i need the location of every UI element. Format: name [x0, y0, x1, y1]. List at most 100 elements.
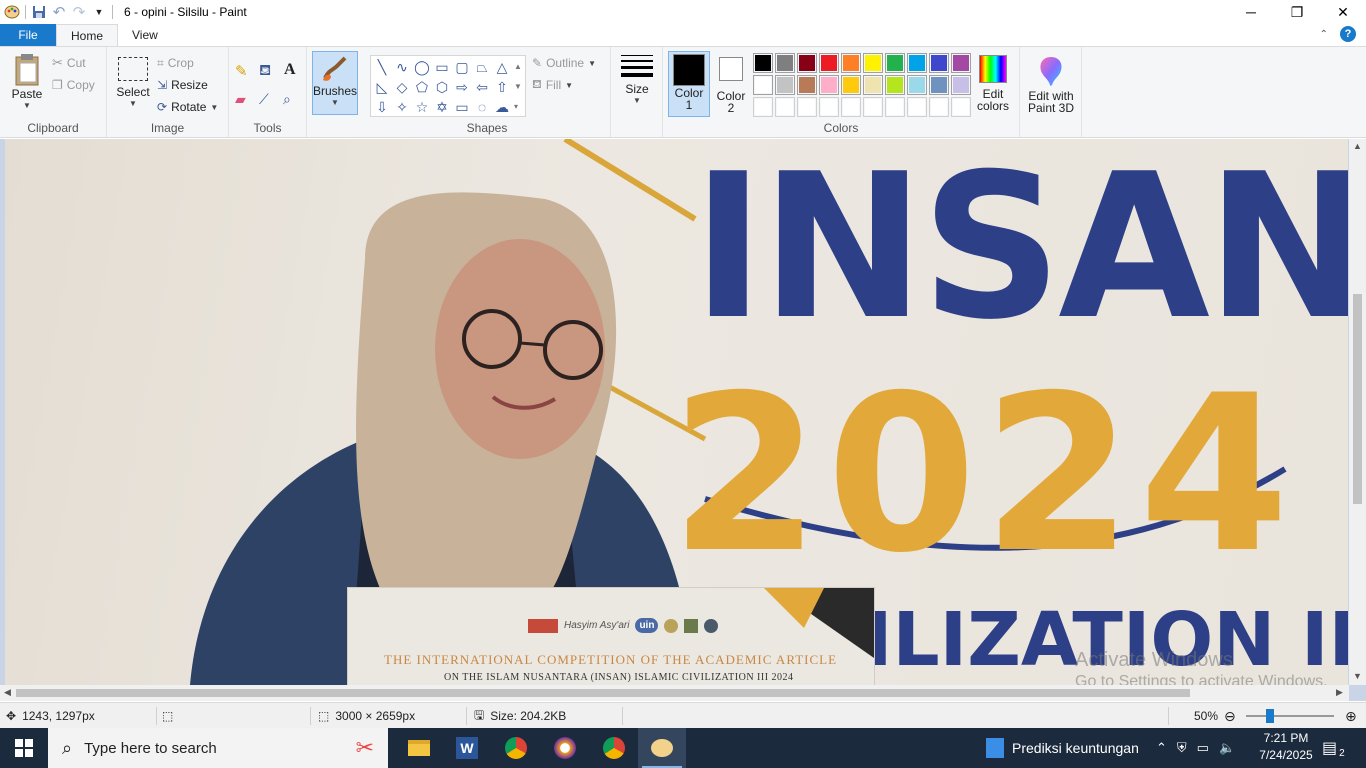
tab-home[interactable]: Home	[56, 24, 119, 46]
taskbar-word[interactable]: W	[443, 728, 491, 768]
weather-widget[interactable]: Prediksi keuntungan	[986, 728, 1139, 768]
help-icon[interactable]: ?	[1340, 26, 1356, 42]
pentagon-shape-icon[interactable]: ⬠	[412, 77, 432, 97]
vertical-scroll-thumb[interactable]	[1353, 294, 1362, 504]
save-icon[interactable]	[29, 2, 49, 22]
fill-button[interactable]: ⛾ Fill ▼	[532, 75, 573, 95]
zoom-out-icon[interactable]: ⊖	[1224, 703, 1236, 729]
copy-button[interactable]: ❐ Copy	[52, 75, 95, 95]
scroll-down-icon[interactable]: ▼	[1353, 671, 1362, 681]
right-triangle-shape-icon[interactable]: ◺	[372, 77, 392, 97]
edit-colors-button[interactable]: Edit colors	[975, 55, 1011, 112]
palette-color-swatch[interactable]	[863, 97, 883, 117]
palette-color-swatch[interactable]	[863, 53, 883, 73]
palette-color-swatch[interactable]	[841, 97, 861, 117]
palette-color-swatch[interactable]	[951, 75, 971, 95]
zoom-slider-track[interactable]	[1246, 715, 1334, 717]
collapse-ribbon-icon[interactable]: ⌃	[1320, 29, 1328, 40]
palette-color-swatch[interactable]	[841, 53, 861, 73]
oval-callout-shape-icon[interactable]: ◌	[472, 97, 492, 117]
palette-color-swatch[interactable]	[885, 97, 905, 117]
palette-color-swatch[interactable]	[951, 97, 971, 117]
horizontal-scrollbar[interactable]: ◀ ▶	[0, 685, 1349, 701]
chevron-up-icon[interactable]: ⌃	[1156, 740, 1167, 756]
taskbar-chrome[interactable]	[492, 728, 540, 768]
color1-button[interactable]: Color 1	[668, 51, 710, 117]
resize-button[interactable]: ⇲ Resize	[157, 75, 208, 95]
redo-icon[interactable]: ↷	[69, 2, 89, 22]
down-arrow-shape-icon[interactable]: ⇩	[372, 97, 392, 117]
brushes-button[interactable]: Brushes ▼	[312, 51, 358, 115]
cloud-callout-shape-icon[interactable]: ☁	[492, 97, 512, 117]
palette-color-swatch[interactable]	[841, 75, 861, 95]
palette-color-swatch[interactable]	[863, 75, 883, 95]
palette-color-swatch[interactable]	[885, 53, 905, 73]
notification-center[interactable]: ▤ 2	[1322, 728, 1345, 768]
triangle-shape-icon[interactable]: △	[492, 57, 512, 77]
scroll-right-icon[interactable]: ▶	[1336, 687, 1343, 698]
palette-color-swatch[interactable]	[907, 75, 927, 95]
right-arrow-shape-icon[interactable]: ⇨	[452, 77, 472, 97]
cut-button[interactable]: ✂ Cut	[52, 53, 86, 73]
line-shape-icon[interactable]: ╲	[372, 57, 392, 77]
palette-color-swatch[interactable]	[775, 53, 795, 73]
taskbar-clock[interactable]: 7:21 PM 7/24/2025	[1256, 730, 1316, 764]
palette-color-swatch[interactable]	[753, 75, 773, 95]
up-arrow-shape-icon[interactable]: ⇧	[492, 77, 512, 97]
rounded-callout-shape-icon[interactable]: ▭	[452, 97, 472, 117]
zoom-slider-thumb[interactable]	[1266, 709, 1274, 723]
zoom-in-icon[interactable]: ⊕	[1345, 703, 1357, 729]
palette-color-swatch[interactable]	[797, 53, 817, 73]
palette-color-swatch[interactable]	[951, 53, 971, 73]
close-button[interactable]: ✕	[1320, 0, 1366, 24]
polygon-shape-icon[interactable]: ⏢	[472, 57, 492, 77]
rounded-rectangle-shape-icon[interactable]: ▢	[452, 57, 472, 77]
fill-bucket-icon[interactable]: ⛾	[259, 61, 271, 81]
taskbar-file-explorer[interactable]	[395, 728, 443, 768]
taskbar-app-circle[interactable]	[541, 728, 589, 768]
undo-icon[interactable]: ↶	[49, 2, 69, 22]
pencil-icon[interactable]: ✎	[235, 61, 248, 81]
size-button[interactable]: Size ▼	[619, 55, 655, 105]
customize-quick-access-icon[interactable]: ▼	[89, 2, 109, 22]
palette-color-swatch[interactable]	[885, 75, 905, 95]
five-point-star-shape-icon[interactable]: ☆	[412, 97, 432, 117]
scroll-left-icon[interactable]: ◀	[4, 687, 11, 698]
security-shield-icon[interactable]: ⛨	[1177, 740, 1187, 756]
eraser-icon[interactable]: ▰	[235, 89, 246, 109]
palette-color-swatch[interactable]	[819, 53, 839, 73]
tab-file[interactable]: File	[0, 24, 56, 46]
palette-color-swatch[interactable]	[797, 97, 817, 117]
palette-color-swatch[interactable]	[819, 97, 839, 117]
select-button[interactable]: Select ▼	[113, 57, 153, 108]
outline-button[interactable]: ✎ Outline ▼	[532, 53, 596, 73]
palette-color-swatch[interactable]	[907, 53, 927, 73]
horizontal-scroll-thumb[interactable]	[16, 689, 1190, 697]
color-picker-icon[interactable]: ⟋	[259, 89, 269, 109]
left-arrow-shape-icon[interactable]: ⇦	[472, 77, 492, 97]
paste-button[interactable]: Paste ▼	[8, 53, 46, 110]
curve-shape-icon[interactable]: ∿	[392, 57, 412, 77]
taskbar-search-box[interactable]: ⌕ Type here to search ✂	[48, 728, 388, 768]
four-point-star-shape-icon[interactable]: ✧	[392, 97, 412, 117]
minimize-button[interactable]: ─	[1228, 0, 1274, 24]
tab-view[interactable]: View	[118, 24, 172, 46]
start-button[interactable]	[0, 728, 48, 768]
palette-color-swatch[interactable]	[753, 53, 773, 73]
edit-with-paint3d-button[interactable]: Edit with Paint 3D	[1024, 55, 1078, 114]
color2-button[interactable]: Color 2	[712, 55, 750, 114]
network-icon[interactable]: ▭	[1197, 740, 1209, 756]
palette-color-swatch[interactable]	[775, 97, 795, 117]
palette-color-swatch[interactable]	[907, 97, 927, 117]
taskbar-chrome-profile[interactable]	[590, 728, 638, 768]
diamond-shape-icon[interactable]: ◇	[392, 77, 412, 97]
crop-button[interactable]: ⌗ Crop	[157, 53, 194, 73]
oval-shape-icon[interactable]: ◯	[412, 57, 432, 77]
drawing-canvas[interactable]: INSAN 2024 ILIZATION III 20 Hasyim Asy'a…	[5, 139, 1348, 685]
text-tool-icon[interactable]: A	[284, 60, 296, 80]
six-point-star-shape-icon[interactable]: ✡	[432, 97, 452, 117]
taskbar-paint[interactable]	[638, 728, 686, 768]
palette-color-swatch[interactable]	[797, 75, 817, 95]
vertical-scrollbar[interactable]: ▲ ▼	[1349, 139, 1366, 685]
palette-color-swatch[interactable]	[819, 75, 839, 95]
